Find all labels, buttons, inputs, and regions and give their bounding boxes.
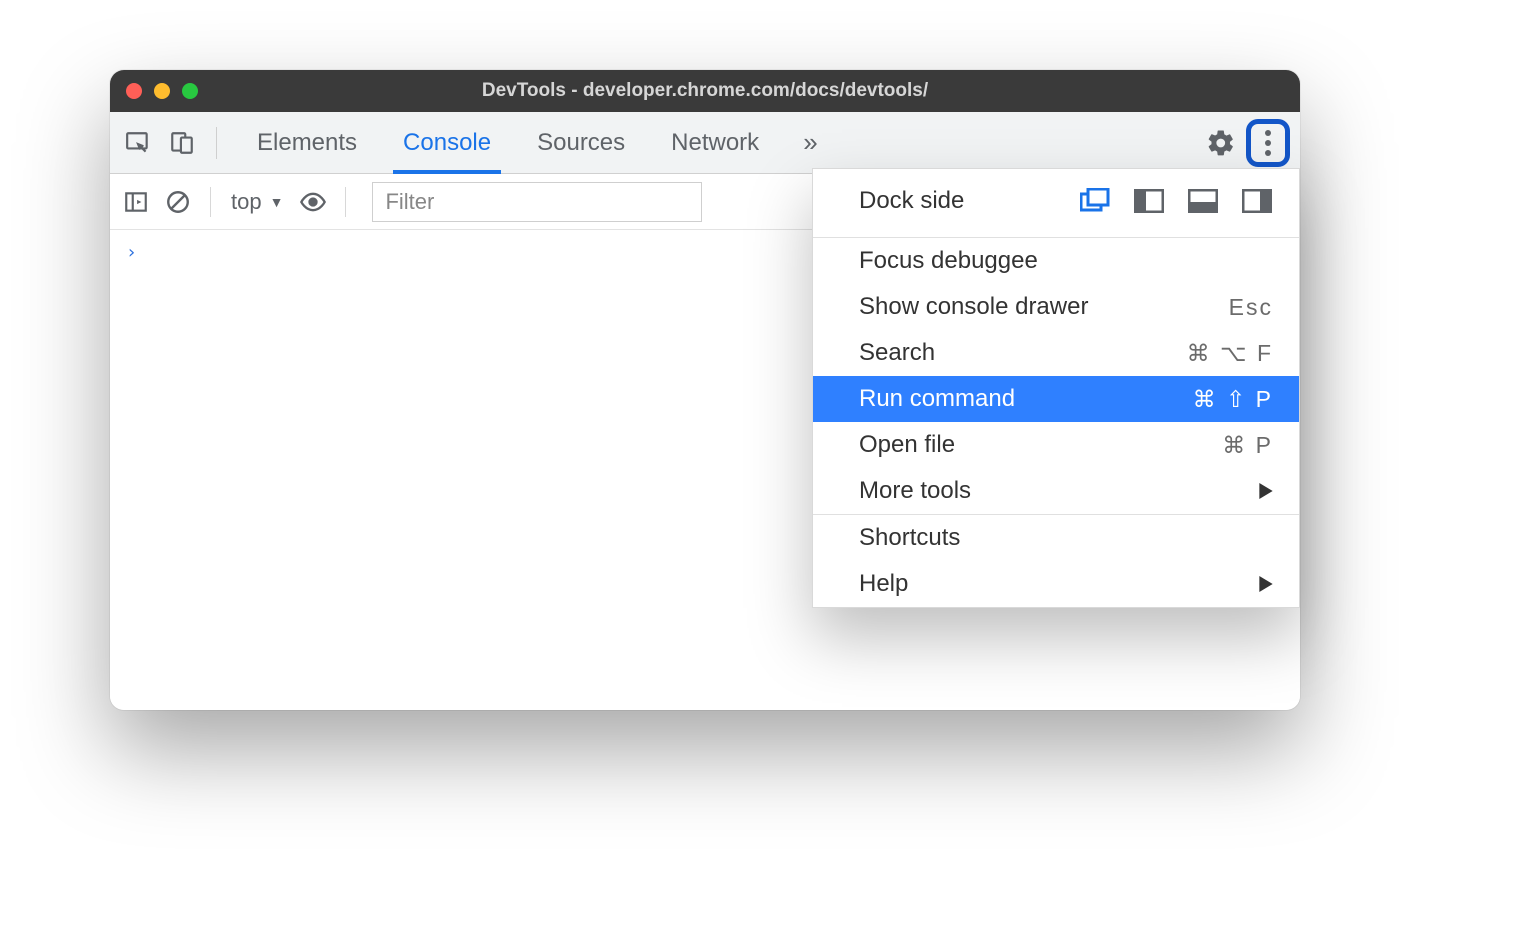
clear-console-icon[interactable] <box>162 186 194 218</box>
menu-open-file[interactable]: Open file ⌘ P <box>813 422 1299 468</box>
submenu-arrow-icon <box>1259 483 1273 499</box>
menu-run-command[interactable]: Run command ⌘ ⇧ P <box>813 376 1299 422</box>
context-label: top <box>231 189 262 215</box>
live-expression-icon[interactable] <box>297 186 329 218</box>
toggle-sidebar-icon[interactable] <box>120 186 152 218</box>
menu-show-console-drawer[interactable]: Show console drawer Esc <box>813 284 1299 330</box>
shortcut-label: Esc <box>1229 294 1273 321</box>
settings-icon[interactable] <box>1206 128 1236 158</box>
dropdown-triangle-icon: ▼ <box>270 194 284 210</box>
menu-focus-debuggee[interactable]: Focus debuggee <box>813 238 1299 284</box>
close-window-icon[interactable] <box>126 83 142 99</box>
inspect-element-icon[interactable] <box>120 125 156 161</box>
dock-side-row: Dock side <box>813 169 1299 237</box>
toolbar-separator <box>216 127 217 159</box>
console-prompt-icon[interactable]: › <box>126 242 137 263</box>
tab-console[interactable]: Console <box>397 112 497 173</box>
tab-elements[interactable]: Elements <box>251 112 363 173</box>
menu-search[interactable]: Search ⌘ ⌥ F <box>813 330 1299 376</box>
maximize-window-icon[interactable] <box>182 83 198 99</box>
filter-input[interactable] <box>372 182 702 222</box>
traffic-lights <box>126 83 198 99</box>
more-options-button[interactable] <box>1246 119 1290 167</box>
main-toolbar: Elements Console Sources Network » <box>110 112 1300 174</box>
more-vertical-icon <box>1265 130 1271 156</box>
shortcut-label: ⌘ ⌥ F <box>1187 340 1273 367</box>
shortcut-label: ⌘ ⇧ P <box>1193 386 1273 413</box>
shortcut-label: ⌘ P <box>1222 432 1273 459</box>
tab-network[interactable]: Network <box>665 112 765 173</box>
dock-bottom-icon[interactable] <box>1187 187 1219 215</box>
tab-sources[interactable]: Sources <box>531 112 631 173</box>
more-options-menu: Dock side <box>812 168 1300 608</box>
minimize-window-icon[interactable] <box>154 83 170 99</box>
submenu-arrow-icon <box>1259 576 1273 592</box>
subbar-separator <box>345 187 346 217</box>
window-title: DevTools - developer.chrome.com/docs/dev… <box>110 80 1300 102</box>
menu-help[interactable]: Help <box>813 561 1299 607</box>
more-tabs-icon[interactable]: » <box>803 127 817 158</box>
dock-right-icon[interactable] <box>1241 187 1273 215</box>
titlebar: DevTools - developer.chrome.com/docs/dev… <box>110 70 1300 112</box>
dock-side-label: Dock side <box>859 187 964 215</box>
subbar-separator <box>210 187 211 217</box>
dock-undock-icon[interactable] <box>1079 187 1111 215</box>
dock-left-icon[interactable] <box>1133 187 1165 215</box>
menu-shortcuts[interactable]: Shortcuts <box>813 515 1299 561</box>
device-toolbar-icon[interactable] <box>164 125 200 161</box>
context-selector[interactable]: top ▼ <box>227 189 287 215</box>
panel-tabs: Elements Console Sources Network <box>251 112 765 173</box>
menu-more-tools[interactable]: More tools <box>813 468 1299 514</box>
